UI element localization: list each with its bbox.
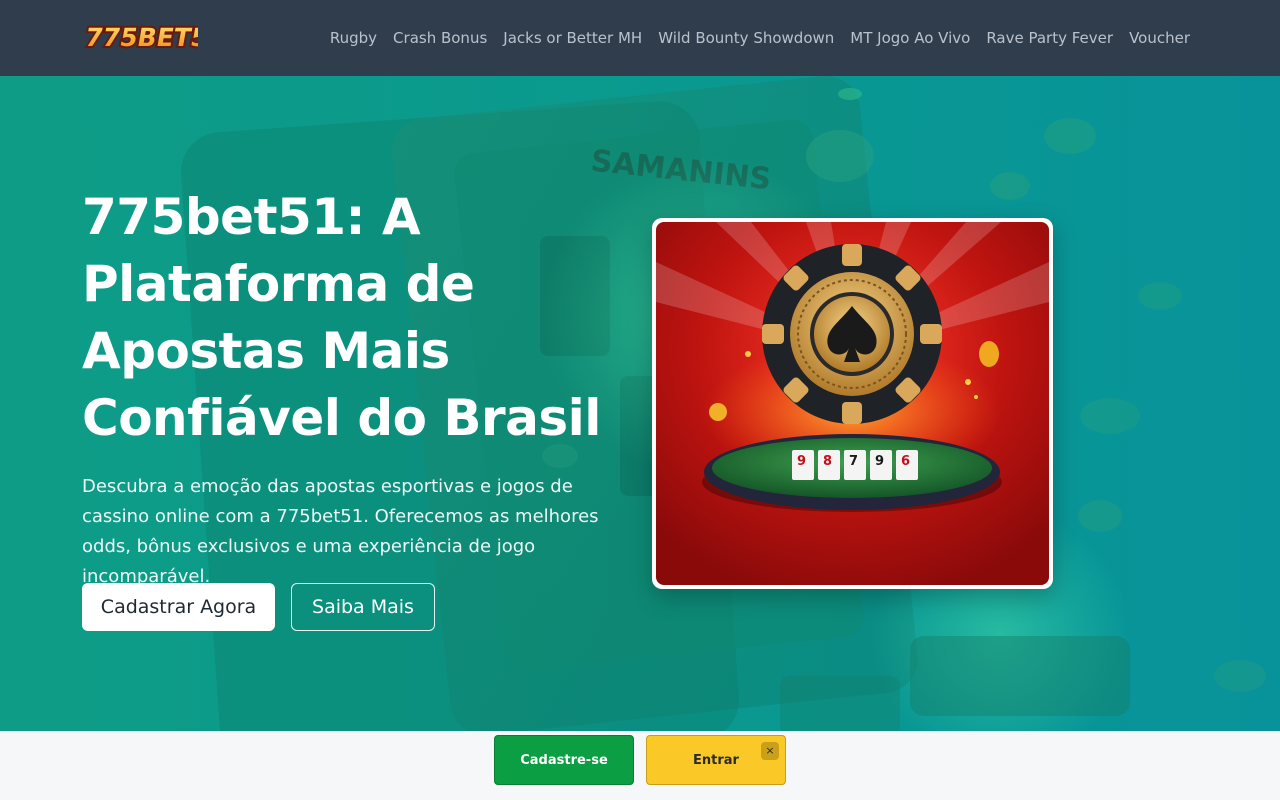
card-4: 9 bbox=[875, 454, 884, 469]
nav-link-mt-jogo[interactable]: MT Jogo Ao Vivo bbox=[850, 29, 970, 47]
main-nav: Rugby Crash Bonus Jacks or Better MH Wil… bbox=[330, 0, 1190, 76]
nav-link-crash-bonus[interactable]: Crash Bonus bbox=[393, 29, 487, 47]
nav-link-wild-bounty[interactable]: Wild Bounty Showdown bbox=[658, 29, 834, 47]
hero-casino-image: 9 8 7 9 6 bbox=[656, 222, 1049, 585]
close-icon[interactable]: × bbox=[761, 742, 779, 760]
signup-button[interactable]: Cadastre-se bbox=[494, 735, 634, 785]
register-now-button[interactable]: Cadastrar Agora bbox=[82, 583, 275, 631]
top-navbar: 775BET51 775BET51 Rugby Crash Bonus Jack… bbox=[0, 0, 1280, 76]
hero-description: Descubra a emoção das apostas esportivas… bbox=[82, 476, 599, 587]
hero-section: SAMANINS 775bet51: A Plataforma de Apost… bbox=[0, 76, 1280, 731]
card-1: 9 bbox=[797, 454, 806, 469]
card-2: 8 bbox=[823, 454, 832, 469]
hero-title: 775bet51: A Plataforma de Apostas Mais C… bbox=[82, 188, 601, 447]
hero-image-card: 9 8 7 9 6 bbox=[652, 218, 1053, 589]
site-logo[interactable]: 775BET51 775BET51 bbox=[82, 12, 198, 62]
card-5: 6 bbox=[901, 454, 910, 469]
nav-link-voucher[interactable]: Voucher bbox=[1129, 29, 1190, 47]
logo-text: 775BET51 bbox=[83, 23, 198, 52]
nav-link-rugby[interactable]: Rugby bbox=[330, 29, 377, 47]
nav-link-rave-party[interactable]: Rave Party Fever bbox=[986, 29, 1113, 47]
nav-link-jacks-or-better[interactable]: Jacks or Better MH bbox=[503, 29, 642, 47]
card-3: 7 bbox=[849, 454, 858, 469]
learn-more-button[interactable]: Saiba Mais bbox=[291, 583, 435, 631]
bottom-action-bar: Cadastre-se Entrar × bbox=[0, 731, 1280, 800]
